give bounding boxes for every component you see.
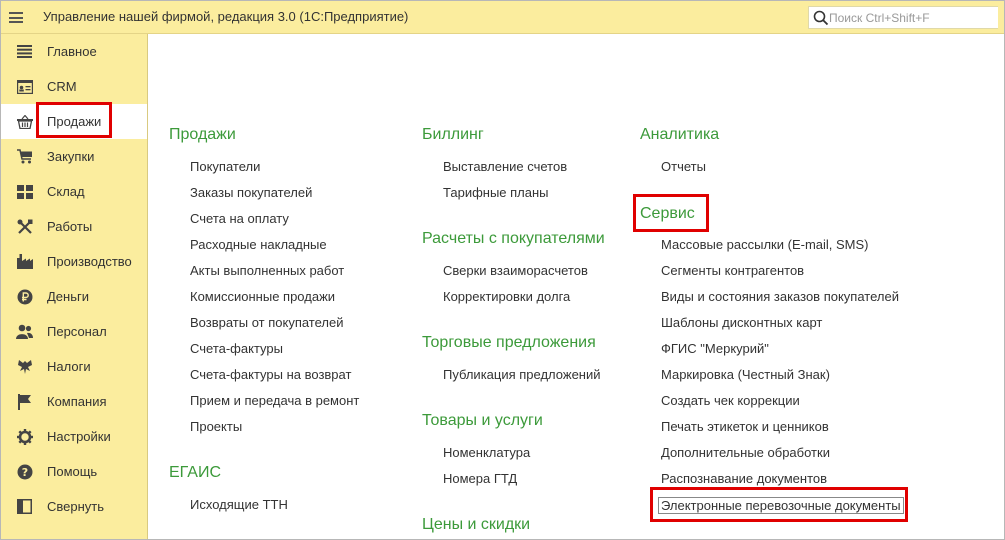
sidebar-item-company[interactable]: Компания — [1, 384, 147, 419]
tools-icon — [16, 218, 33, 235]
sidebar-item-label: Деньги — [47, 289, 89, 304]
link-customer-orders[interactable]: Заказы покупателей — [190, 185, 312, 200]
sidebar-item-label: Главное — [47, 44, 97, 59]
sidebar-item-label: Компания — [47, 394, 107, 409]
sidebar-item-sales[interactable]: Продажи — [1, 104, 147, 139]
link-customer-returns[interactable]: Возвраты от покупателей — [190, 315, 344, 330]
link-return-vat-invoices[interactable]: Счета-фактуры на возврат — [190, 367, 351, 382]
sidebar-item-works[interactable]: Работы — [1, 209, 147, 244]
sidebar-item-purchases[interactable]: Закупки — [1, 139, 147, 174]
section-title-billing: Биллинг — [422, 126, 484, 143]
sidebar: Главное CRM Продажи Закупки Склад Работы… — [1, 34, 148, 539]
link-order-states[interactable]: Виды и состояния заказов покупателей — [661, 289, 899, 304]
link-debt-adjustments[interactable]: Корректировки долга — [443, 289, 570, 304]
link-vat-invoices[interactable]: Счета-фактуры — [190, 341, 283, 356]
section-title-prices: Цены и скидки — [422, 516, 531, 533]
sidebar-item-help[interactable]: ? Помощь — [1, 454, 147, 489]
link-invoices-for-payment[interactable]: Счета на оплату — [190, 211, 289, 226]
collapse-icon — [16, 498, 33, 515]
sidebar-item-label: Работы — [47, 219, 93, 234]
link-document-recognition[interactable]: Распознавание документов — [661, 471, 827, 486]
link-customs-numbers[interactable]: Номера ГТД — [443, 471, 517, 486]
sidebar-item-label: Персонал — [47, 324, 107, 339]
link-reconciliations[interactable]: Сверки взаиморасчетов — [443, 263, 588, 278]
section-title-offers: Торговые предложения — [422, 334, 596, 351]
link-print-labels[interactable]: Печать этикеток и ценников — [661, 419, 829, 434]
link-nomenclature[interactable]: Номенклатура — [443, 445, 530, 460]
main-menu-button[interactable] — [1, 1, 31, 34]
section-title-service: Сервис — [640, 205, 695, 222]
sidebar-item-label: Склад — [47, 184, 85, 199]
link-projects[interactable]: Проекты — [190, 419, 242, 434]
sidebar-item-label: Закупки — [47, 149, 95, 164]
link-outgoing-ttn[interactable]: Исходящие ТТН — [190, 497, 288, 512]
link-fgis-mercury[interactable]: ФГИС "Меркурий" — [661, 341, 769, 356]
sidebar-item-warehouse[interactable]: Склад — [1, 174, 147, 209]
link-publish-offers[interactable]: Публикация предложений — [443, 367, 601, 382]
link-counterparty-segments[interactable]: Сегменты контрагентов — [661, 263, 804, 278]
section-menu-panel: Продажи Покупатели Заказы покупателей Сч… — [148, 34, 1004, 539]
sidebar-item-label: Свернуть — [47, 499, 105, 514]
gear-icon — [16, 428, 33, 445]
link-electronic-transport-documents[interactable]: Электронные перевозочные документы — [658, 497, 904, 514]
sidebar-item-label: Производство — [47, 254, 132, 269]
sidebar-item-label: Налоги — [47, 359, 91, 374]
sidebar-item-settings[interactable]: Настройки — [1, 419, 147, 454]
link-billing-invoicing[interactable]: Выставление счетов — [443, 159, 567, 174]
flag-icon — [16, 393, 33, 410]
link-repair-transfer[interactable]: Прием и передача в ремонт — [190, 393, 359, 408]
svg-text:?: ? — [21, 466, 27, 479]
cart-icon — [16, 148, 33, 165]
link-reports[interactable]: Отчеты — [661, 159, 706, 174]
sidebar-item-personnel[interactable]: Персонал — [1, 314, 147, 349]
ruble-icon — [16, 288, 33, 305]
hamburger-icon — [9, 12, 23, 23]
sidebar-item-label: Продажи — [47, 114, 102, 129]
basket-icon — [16, 113, 33, 130]
link-marking[interactable]: Маркировка (Честный Знак) — [661, 367, 830, 382]
sidebar-item-label: Помощь — [47, 464, 98, 479]
section-title-analytics: Аналитика — [640, 126, 720, 143]
sidebar-item-money[interactable]: Деньги — [1, 279, 147, 314]
link-mass-mailing[interactable]: Массовые рассылки (E-mail, SMS) — [661, 237, 869, 252]
sidebar-item-production[interactable]: Производство — [1, 244, 147, 279]
section-title-sales: Продажи — [169, 126, 236, 143]
link-commission-sales[interactable]: Комиссионные продажи — [190, 289, 335, 304]
search-icon — [813, 10, 829, 26]
sidebar-item-crm[interactable]: CRM — [1, 69, 147, 104]
sidebar-item-label: CRM — [47, 79, 77, 94]
link-discount-card-templates[interactable]: Шаблоны дисконтных карт — [661, 315, 822, 330]
search-box[interactable] — [808, 6, 998, 29]
help-icon: ? — [16, 463, 33, 480]
link-additional-processing[interactable]: Дополнительные обработки — [661, 445, 830, 460]
section-title-goods: Товары и услуги — [422, 412, 543, 429]
link-correction-receipt[interactable]: Создать чек коррекции — [661, 393, 800, 408]
section-title-egais: ЕГАИС — [169, 464, 221, 481]
app-window: Управление нашей фирмой, редакция 3.0 (1… — [0, 0, 1005, 540]
sidebar-item-label: Настройки — [47, 429, 111, 444]
list-icon — [16, 43, 33, 60]
link-customers[interactable]: Покупатели — [190, 159, 260, 174]
factory-icon — [16, 253, 33, 270]
title-bar: Управление нашей фирмой, редакция 3.0 (1… — [1, 1, 1004, 34]
crm-card-icon — [16, 78, 33, 95]
section-title-settlements: Расчеты с покупателями — [422, 230, 605, 247]
warehouse-icon — [16, 183, 33, 200]
link-tariff-plans[interactable]: Тарифные планы — [443, 185, 549, 200]
sidebar-item-taxes[interactable]: Налоги — [1, 349, 147, 384]
people-icon — [16, 323, 33, 340]
sidebar-item-collapse[interactable]: Свернуть — [1, 489, 147, 524]
link-sales-invoices[interactable]: Расходные накладные — [190, 237, 327, 252]
search-input[interactable] — [829, 8, 994, 27]
eagle-icon — [16, 358, 33, 375]
link-work-acts[interactable]: Акты выполненных работ — [190, 263, 344, 278]
sidebar-item-main[interactable]: Главное — [1, 34, 147, 69]
app-title: Управление нашей фирмой, редакция 3.0 (1… — [43, 9, 409, 24]
